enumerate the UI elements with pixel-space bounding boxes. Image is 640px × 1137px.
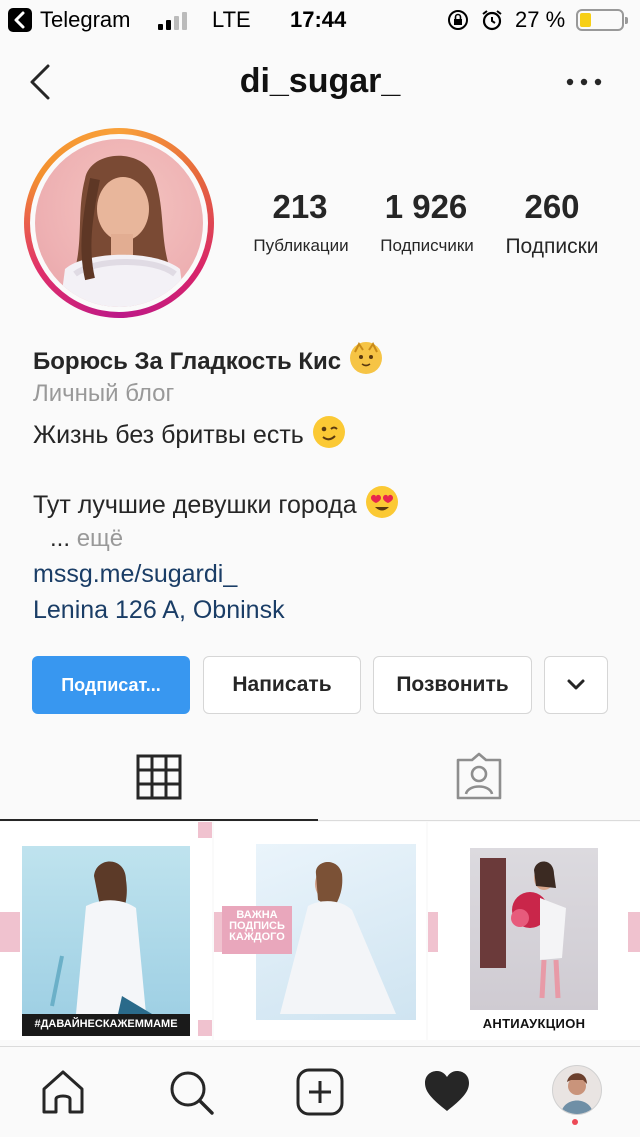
post-thumbnail[interactable]: ВАЖНА ПОДПИСЬ КАЖДОГО <box>214 822 426 1040</box>
message-button[interactable]: Написать <box>203 656 361 714</box>
search-icon[interactable] <box>166 1067 216 1117</box>
following-count[interactable]: 260 <box>504 188 600 226</box>
notification-dot <box>572 1119 578 1125</box>
signal-icon <box>158 12 198 30</box>
followers-count[interactable]: 1 926 <box>370 188 482 226</box>
grid-icon[interactable] <box>136 754 182 800</box>
bottom-nav <box>0 1046 640 1137</box>
bio-line-2-text: Тут лучшие девушки города <box>33 491 357 519</box>
back-app-icon[interactable] <box>8 8 32 32</box>
call-button[interactable]: Позвонить <box>373 656 532 714</box>
active-tab-indicator <box>0 819 318 821</box>
bio-line-1-text: Жизнь без бритвы есть <box>33 421 304 449</box>
bio-line-1: Жизнь без бритвы есть <box>33 416 345 450</box>
post-thumbnail[interactable]: АНТИАУКЦИОН <box>428 822 640 1040</box>
network-type: LTE <box>212 7 251 32</box>
wink-emoji <box>312 416 345 448</box>
cat-emoji <box>349 342 382 374</box>
post-photo <box>22 846 190 1014</box>
posts-count[interactable]: 213 <box>252 188 348 226</box>
posts-label[interactable]: Публикации <box>240 236 362 256</box>
bio-name: Борюсь За Гладкость Кис <box>33 342 382 376</box>
followers-label[interactable]: Подписчики <box>366 236 488 256</box>
add-post-icon[interactable] <box>295 1067 345 1117</box>
home-icon[interactable] <box>38 1067 88 1117</box>
chevron-down-icon <box>567 679 585 690</box>
more-icon[interactable] <box>562 72 606 92</box>
tagged-icon[interactable] <box>454 752 504 802</box>
follow-button[interactable]: Подписат... <box>32 656 190 714</box>
post-caption: АНТИАУКЦИОН <box>482 1016 586 1031</box>
bio-more[interactable]: ... ещё <box>50 525 123 553</box>
bio-more-prefix: ... <box>50 525 71 552</box>
heart-icon[interactable] <box>422 1067 472 1117</box>
heart-eyes-emoji <box>365 486 398 518</box>
status-time: 17:44 <box>290 7 347 32</box>
bio-line-2: Тут лучшие девушки города <box>33 486 398 520</box>
profile-avatar-icon[interactable] <box>552 1065 602 1115</box>
bio-more-link[interactable]: ещё <box>77 525 123 552</box>
post-caption: #ДАВАЙНЕСКАЖЕММАМЕ <box>34 1018 178 1030</box>
profile-username: di_sugar_ <box>239 62 401 100</box>
post-caption-line: КАЖДОГО <box>229 931 285 943</box>
status-bar: Telegram LTE 17:44 27 % <box>0 0 640 40</box>
bio-address-link[interactable]: Lenina 126 A, Obninsk <box>33 596 285 625</box>
battery-percent: 27 % <box>515 7 566 32</box>
avatar-photo <box>35 139 203 307</box>
suggestions-dropdown-button[interactable] <box>544 656 608 714</box>
orientation-lock-icon <box>447 9 469 31</box>
post-photo <box>470 848 598 1010</box>
bio-category: Личный блог <box>33 380 175 407</box>
alarm-icon <box>481 9 503 31</box>
following-label[interactable]: Подписки <box>494 235 610 259</box>
bio-name-text: Борюсь За Гладкость Кис <box>33 348 342 375</box>
post-caption: ВАЖНА ПОДПИСЬ КАЖДОГО <box>222 910 292 943</box>
battery-icon <box>576 9 628 31</box>
post-thumbnail[interactable]: #ДАВАЙНЕСКАЖЕММАМЕ <box>0 822 212 1040</box>
bio-website-link[interactable]: mssg.me/sugardi_ <box>33 560 237 589</box>
back-app-label[interactable]: Telegram <box>40 7 130 33</box>
profile-avatar[interactable] <box>24 128 214 318</box>
